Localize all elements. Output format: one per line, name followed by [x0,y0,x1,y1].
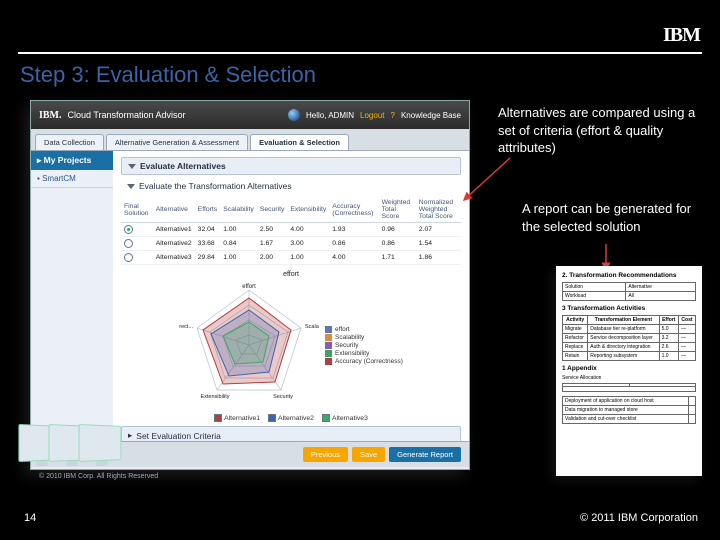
monitor-art [19,425,109,461]
col-accuracy: Accuracy (Correctness) [329,197,378,223]
callout-report: A report can be generated for the select… [522,200,712,235]
svg-text:effort: effort [242,284,256,290]
table-row[interactable]: Alternative3 29.841.002.001.004.001.711.… [121,251,461,265]
main-panel: Evaluate Alternatives Evaluate the Trans… [113,151,469,441]
section-evaluate-sub: Evaluate the Transformation Alternatives [121,179,461,193]
chevron-down-icon [128,164,136,169]
svg-text:Accuracy (Correct...: Accuracy (Correct... [179,324,193,330]
table-row[interactable]: Alternative2 33.680.841.673.000.860.861.… [121,237,461,251]
ibm-logo: IBM [663,24,700,47]
radar-alt-legend: Alternative1 Alternative2 Alternative3 [121,414,461,422]
app-screenshot: IBM. Cloud Transformation Advisor Hello,… [30,100,470,470]
col-scalability: Scalability [220,197,257,223]
report-heading: 1 Appendix [562,365,696,372]
report-table: Deployment of application on cloud host … [562,396,696,424]
section-set-criteria[interactable]: ▸ Set Evaluation Criteria [121,426,461,441]
callout-criteria: Alternatives are compared using a set of… [498,104,698,157]
svg-text:Scalability: Scalability [305,324,319,330]
prev-button[interactable]: Previous [303,447,348,462]
app-product-name: Cloud Transformation Advisor [68,110,186,120]
col-efforts: Efforts [195,197,221,223]
save-button[interactable]: Save [352,447,385,462]
radar-svg: effort Scalability Security Extensibilit… [179,280,319,410]
report-heading: 3 Transformation Activities [562,305,696,312]
report-heading: 2. Transformation Recommendations [562,272,696,279]
tab-data-collection[interactable]: Data Collection [35,134,104,150]
col-final: Final Solution [121,197,153,223]
sidebar-header: ▸ My Projects [31,151,113,170]
globe-icon [288,109,300,121]
svg-text:Extensibility: Extensibility [201,394,230,400]
sidebar-item-project[interactable]: ▪ SmartCM [31,170,113,188]
report-table: SolutionAlternativeWorkloadAll [562,282,696,301]
app-copyright: © 2010 IBM Corp. All Rights Reserved [31,467,469,485]
report-thumbnail: 2. Transformation Recommendations Soluti… [556,266,702,476]
ibm-logo-text: IBM [663,24,700,47]
section-evaluate-alts[interactable]: Evaluate Alternatives [121,157,461,175]
slide-title: Step 3: Evaluation & Selection [20,62,316,88]
radar-legend: effort Scalability Security Extensibilit… [325,325,403,366]
alternatives-table: Final Solution Alternative Efforts Scala… [121,197,461,265]
kb-link[interactable]: Knowledge Base [401,111,461,120]
generate-report-button[interactable]: Generate Report [389,447,461,462]
radio[interactable] [124,239,133,248]
tab-bar: Data Collection Alternative Generation &… [31,129,469,151]
app-header: IBM. Cloud Transformation Advisor Hello,… [31,101,469,129]
col-security: Security [257,197,288,223]
logout-link[interactable]: Logout [360,111,384,120]
chevron-down-icon [127,184,135,189]
radar-title: effort [121,271,461,278]
report-table: ActivityTransformation ElementEffortCost… [562,315,696,361]
col-extensibility: Extensibility [287,197,329,223]
col-alt: Alternative [153,197,195,223]
report-sub: Service Allocation [562,375,696,381]
help-link[interactable]: ? [391,111,395,120]
hello-user: Hello, ADMIN [306,111,354,120]
report-table [562,383,696,392]
radar-chart: effort effort Sc [121,271,461,422]
svg-text:Security: Security [273,394,293,400]
table-row[interactable]: Alternative1 32.041.002.504.001.930.962.… [121,223,461,237]
col-normalized: Normalized Weighted Total Score [416,197,461,223]
tab-alt-gen[interactable]: Alternative Generation & Assessment [106,134,248,150]
tab-eval-selection[interactable]: Evaluation & Selection [250,134,349,150]
col-weighted: Weighted Total Score [379,197,416,223]
radio[interactable] [124,253,133,262]
app-brand: IBM. [39,110,62,121]
sidebar: ▸ My Projects ▪ SmartCM [31,151,113,441]
slide-copyright: © 2011 IBM Corporation [580,512,698,524]
radio-selected[interactable] [124,225,133,234]
header-rule [18,52,702,54]
page-number: 14 [24,512,36,524]
